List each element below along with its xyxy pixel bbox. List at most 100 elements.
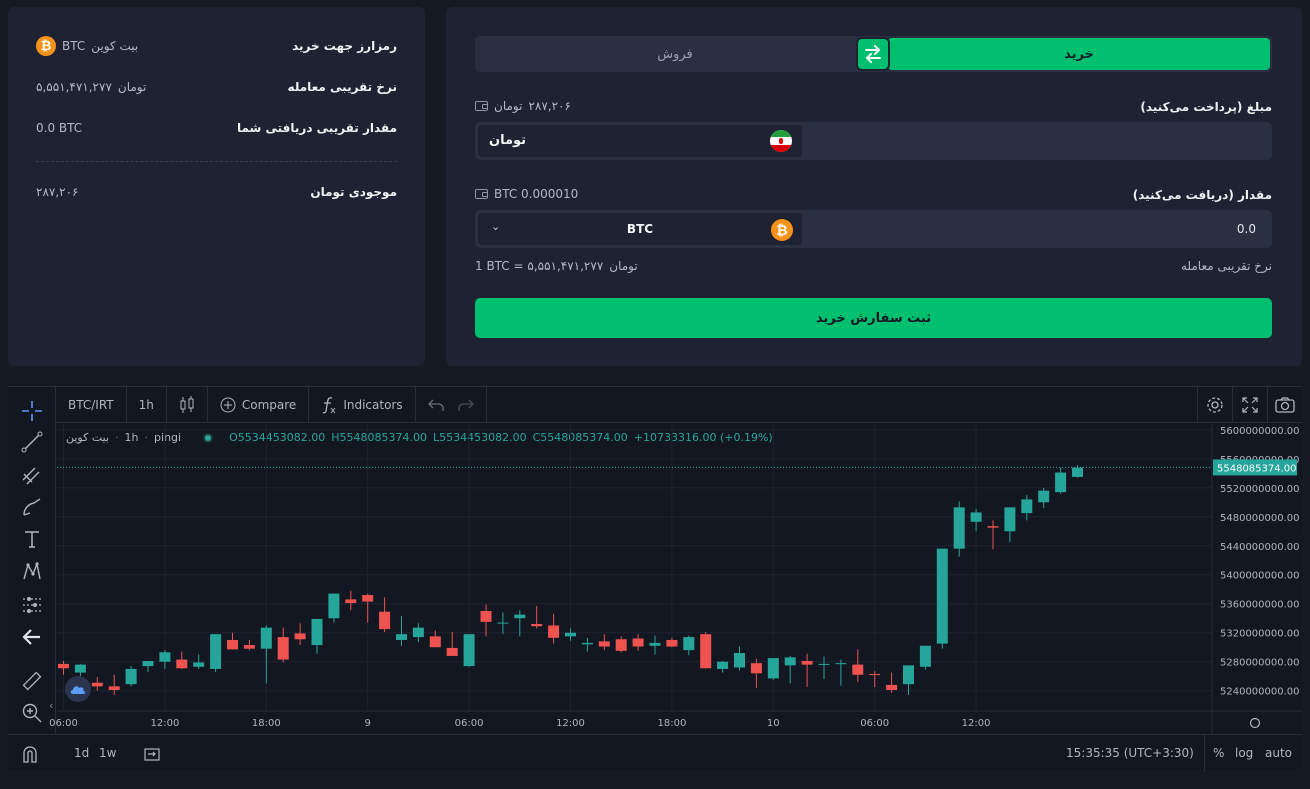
magnet-button[interactable] <box>20 735 40 772</box>
symbol-search[interactable]: BTC/IRT <box>56 386 127 423</box>
chart-bottom-bar: 1d 1w 15:35:35 (UTC+3:30) % log auto <box>8 734 1302 772</box>
ruler-tool[interactable] <box>20 669 44 693</box>
magnet-icon <box>23 745 37 763</box>
log-scale-button[interactable]: log <box>1235 735 1253 772</box>
crosshair-tool[interactable] <box>20 399 44 423</box>
text-tool[interactable] <box>20 527 44 551</box>
chart-clock[interactable]: 15:35:35 (UTC+3:30) <box>1066 735 1194 772</box>
candle-up <box>835 663 847 665</box>
pay-amount-field[interactable]: تومان <box>475 122 1272 160</box>
fullscreen-icon <box>1242 397 1258 413</box>
pattern-tool[interactable] <box>20 559 44 583</box>
range-1d-button[interactable]: 1d <box>74 735 89 772</box>
candle-down <box>666 639 678 647</box>
candle-up <box>919 645 931 667</box>
receive-currency-selector[interactable]: ⌄ BTC ₿ <box>478 213 802 245</box>
indicators-button[interactable]: Indicators <box>309 386 416 423</box>
candle-up <box>193 662 205 667</box>
candle-down <box>108 686 120 690</box>
candle-up <box>142 660 154 667</box>
candle-down <box>480 610 492 622</box>
candle-up <box>463 634 475 667</box>
candle-up <box>903 665 914 685</box>
drawing-toolbar <box>8 387 56 734</box>
receive-amount-value[interactable]: 0.0 <box>1237 210 1256 248</box>
interval-selector[interactable]: 1h <box>127 386 167 423</box>
candle-down <box>531 624 543 627</box>
pay-amount-label: مبلغ (پرداخت می‌کنید) <box>1140 100 1272 114</box>
trend-line-tool[interactable] <box>20 430 44 454</box>
candle-up <box>74 664 86 673</box>
chart-type-button[interactable] <box>167 386 208 423</box>
summary-balance-label: موجودی تومان <box>310 185 397 199</box>
candle-down <box>345 599 357 604</box>
market-status-icon <box>203 432 214 443</box>
bitcoin-icon: ₿ <box>36 36 56 56</box>
collapse-toolbar-button[interactable]: ‹ <box>49 699 53 712</box>
tab-buy[interactable]: خرید <box>888 38 1270 70</box>
submit-buy-order-button[interactable]: ثبت سفارش خرید <box>475 298 1272 338</box>
time-tick-label: 9 <box>365 718 371 729</box>
auto-scale-button[interactable]: auto <box>1265 735 1292 772</box>
goto-date-button[interactable] <box>144 735 160 772</box>
brush-tool[interactable] <box>20 495 44 519</box>
fib-tool[interactable] <box>20 463 44 487</box>
buy-sell-tabs: فروش خرید <box>475 36 1272 72</box>
candle-up <box>210 634 222 669</box>
indicators-label: Indicators <box>343 397 403 412</box>
percent-scale-button[interactable]: % <box>1204 735 1224 772</box>
pay-balance: تومان ۲۸۷,۲۰۶ <box>475 99 571 113</box>
pattern-icon <box>23 561 41 580</box>
trend-line-icon <box>21 431 43 453</box>
tab-sell[interactable]: فروش <box>475 36 875 72</box>
candle-down <box>632 638 644 647</box>
swap-button[interactable] <box>856 37 890 71</box>
redo-icon[interactable] <box>457 398 474 412</box>
back-arrow-tool[interactable] <box>20 625 44 649</box>
trade-form-panel: فروش خرید مبلغ (پرداخت می‌کنید) تومان ۲۸… <box>446 7 1302 366</box>
bitcoin-icon: ₿ <box>771 219 793 241</box>
plus-circle-icon <box>220 397 236 412</box>
candle-up <box>581 642 593 645</box>
summary-currency-name: بیت کوین <box>91 39 139 53</box>
iran-flag-icon <box>770 130 792 152</box>
fullscreen-button[interactable] <box>1232 387 1267 423</box>
candle-down <box>227 639 238 650</box>
candle-down <box>58 663 69 669</box>
compare-label: Compare <box>241 397 297 412</box>
compare-button[interactable]: Compare <box>208 386 310 423</box>
undo-icon[interactable] <box>427 398 444 412</box>
measure-position-tool[interactable] <box>20 592 44 616</box>
time-tick-label: 18:00 <box>657 718 686 729</box>
receive-amount-field[interactable]: ⌄ BTC ₿ 0.0 <box>475 210 1272 248</box>
candle-down <box>176 659 188 669</box>
undo-redo-group <box>416 386 487 423</box>
trade-rate-row: 1 BTC = ۵,۵۵۱,۴۷۱,۲۷۷ تومان نرخ تقریبی م… <box>475 257 1272 275</box>
zoom-tool[interactable] <box>20 701 44 725</box>
brush-icon <box>23 498 41 516</box>
time-tick-label: 06:00 <box>455 718 484 729</box>
candle-up <box>565 632 576 637</box>
settings-button[interactable] <box>1197 387 1232 423</box>
summary-balance-row: ۲۸۷,۲۰۶ موجودی تومان <box>36 182 397 202</box>
summary-buy-currency-value: ₿ BTC بیت کوین <box>36 36 138 56</box>
candle-up <box>717 661 729 669</box>
trade-rate-text: 1 BTC = ۵,۵۵۱,۴۷۱,۲۷۷ <box>475 259 604 273</box>
legend-symbol-name: بیت کوین <box>66 431 110 444</box>
summary-buy-currency-row: ₿ BTC بیت کوین رمزارز جهت خرید <box>36 36 397 56</box>
candle-down <box>852 664 864 675</box>
summary-divider <box>36 161 397 162</box>
candle-up <box>497 622 509 624</box>
range-1w-button[interactable]: 1w <box>99 735 116 772</box>
candle-up <box>734 653 745 668</box>
legend-high: H5548085374.00 <box>331 431 427 444</box>
camera-icon <box>1275 397 1295 413</box>
receive-amount-label: مقدار (دریافت می‌کنید) <box>1132 188 1272 202</box>
legend-low: L5534453082.00 <box>433 431 527 444</box>
screenshot-button[interactable] <box>1267 387 1302 423</box>
summary-rate-number: ۵,۵۵۱,۴۷۱,۲۷۷ <box>36 80 112 94</box>
legend-interval: 1h <box>124 431 139 444</box>
price-tick-label: 5520000000.00 <box>1220 484 1300 495</box>
candle-down <box>750 663 762 674</box>
summary-rate-label: نرخ تقریبی معامله <box>287 80 397 94</box>
